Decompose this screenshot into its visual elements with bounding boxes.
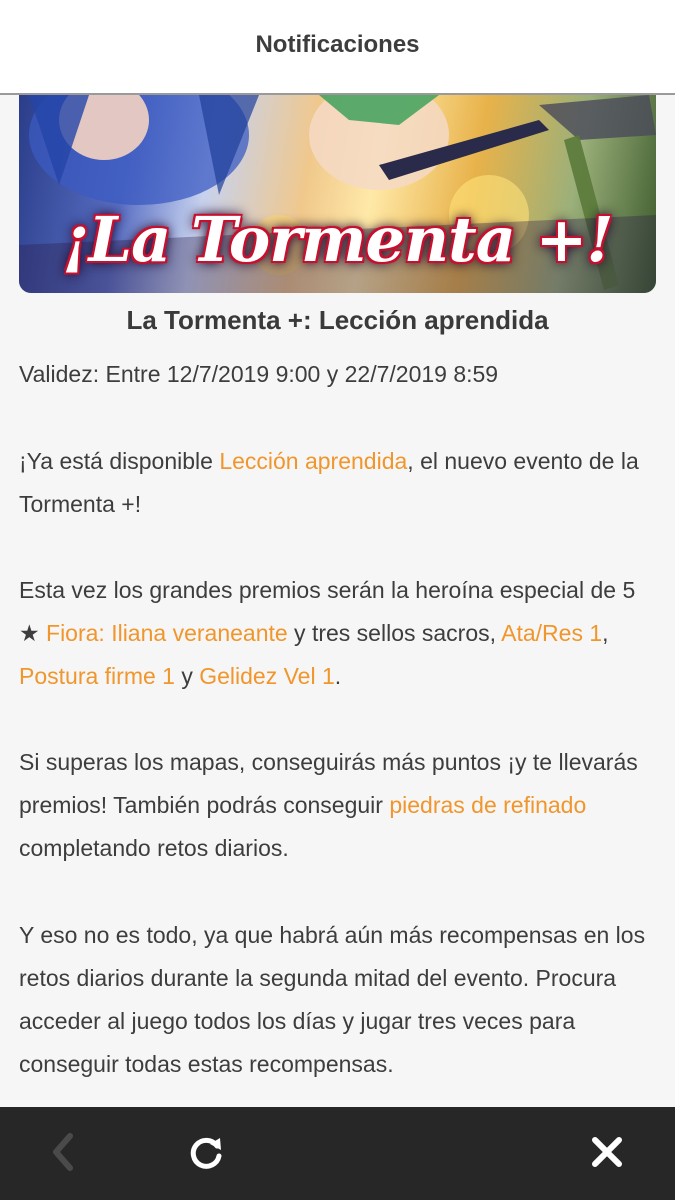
- header-bar: Notificaciones: [0, 0, 675, 95]
- reload-icon: [190, 1137, 222, 1169]
- banner-logo-text: ¡La Tormenta +!: [62, 203, 613, 276]
- seal-link-2[interactable]: Postura firme 1: [19, 663, 175, 689]
- notification-content[interactable]: ¡La Tormenta +! La Tormenta +: Lección a…: [0, 95, 675, 1107]
- article-title: La Tormenta +: Lección aprendida: [126, 305, 549, 335]
- paragraph-2: Esta vez los grandes premios serán la he…: [19, 569, 659, 698]
- text: ¡Ya está disponible: [19, 448, 220, 474]
- text: Y eso no es todo, ya que habrá aún más r…: [19, 922, 646, 1077]
- text: y: [174, 663, 200, 689]
- seal-link-3[interactable]: Gelidez Vel 1: [199, 663, 335, 689]
- bottom-nav-bar: [0, 1107, 675, 1200]
- event-banner: ¡La Tormenta +!: [19, 95, 656, 293]
- refine-stones-link[interactable]: piedras de refinado: [389, 792, 586, 818]
- close-icon: [592, 1137, 622, 1167]
- back-button[interactable]: [38, 1127, 88, 1177]
- event-link[interactable]: Lección aprendida: [219, 448, 407, 474]
- validity-text: Validez: Entre 12/7/2019 9:00 y 22/7/201…: [19, 361, 499, 387]
- seal-link-1[interactable]: Ata/Res 1: [501, 620, 602, 646]
- text: completando retos diarios.: [19, 835, 289, 861]
- paragraph-1: ¡Ya está disponible Lección aprendida, e…: [19, 440, 659, 526]
- close-button[interactable]: [582, 1127, 632, 1177]
- hero-link[interactable]: Fiora: Iliana veraneante: [46, 620, 288, 646]
- text: y tres sellos sacros,: [287, 620, 502, 646]
- reload-button[interactable]: [181, 1127, 231, 1177]
- page-title: Notificaciones: [255, 30, 420, 58]
- text: ,: [602, 620, 609, 646]
- paragraph-3: Si superas los mapas, conseguirás más pu…: [19, 741, 659, 870]
- paragraph-4: Y eso no es todo, ya que habrá aún más r…: [19, 914, 659, 1086]
- text: .: [334, 663, 342, 689]
- chevron-left-icon: [53, 1133, 73, 1171]
